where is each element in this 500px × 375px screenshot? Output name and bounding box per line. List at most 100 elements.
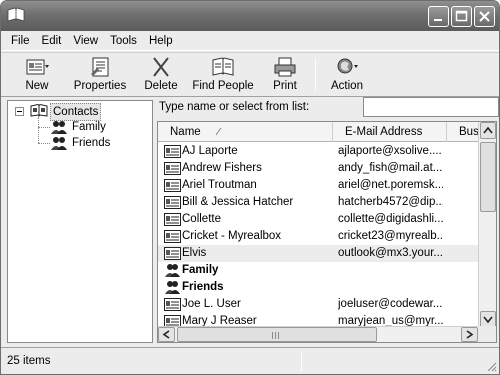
row-name: Cricket - Myrealbox — [182, 230, 282, 242]
properties-icon — [91, 57, 109, 77]
delete-button-label: Delete — [144, 80, 178, 92]
resize-grip-icon[interactable] — [485, 360, 497, 372]
row-email: cricket23@myrealb... — [338, 230, 443, 242]
scrollbar-corner — [478, 326, 496, 342]
title-bar[interactable] — [1, 1, 499, 31]
find-people-button[interactable]: Find People — [189, 56, 257, 96]
group-row[interactable]: Friends — [158, 279, 478, 296]
column-header-name[interactable]: Name — [158, 122, 333, 142]
contact-card-icon — [164, 162, 181, 175]
contact-list[interactable]: Name E-Mail Address Busin AJ Laporte ajla… — [157, 121, 497, 343]
tree-connector — [38, 127, 50, 128]
row-name: AJ Laporte — [182, 145, 238, 157]
action-icon — [337, 58, 358, 74]
printer-icon — [274, 57, 296, 77]
vertical-scrollbar[interactable] — [478, 122, 496, 328]
horizontal-scrollbar[interactable] — [158, 326, 478, 342]
row-name: Elvis — [182, 247, 207, 259]
new-button[interactable]: New — [15, 56, 59, 96]
address-book-window: File Edit View Tools Help New Properties — [0, 0, 500, 375]
contact-row[interactable]: Andrew Fishers andy_fish@mail.at... — [158, 160, 478, 177]
status-divider — [301, 351, 302, 371]
status-bar: 25 items — [1, 347, 499, 374]
arrow-up-icon — [483, 126, 493, 134]
close-icon — [479, 11, 490, 22]
maximize-icon — [455, 10, 468, 22]
contact-card-icon — [164, 179, 181, 192]
contact-row[interactable]: Joe L. User joeluser@codewar... — [158, 296, 478, 313]
find-people-icon — [212, 57, 234, 76]
tree-label-friends: Friends — [72, 137, 111, 149]
contact-row[interactable]: AJ Laporte ajlaporte@xsolive.... — [158, 143, 478, 160]
contact-card-icon — [164, 298, 181, 311]
column-header-email[interactable]: E-Mail Address — [333, 122, 447, 142]
row-name: Friends — [182, 281, 224, 293]
row-email: collette@digidashli... — [338, 213, 443, 225]
contact-row[interactable]: Bill & Jessica Hatcher hatcherb4572@dip..… — [158, 194, 478, 211]
search-input[interactable] — [363, 97, 499, 117]
scroll-right-button[interactable] — [461, 327, 478, 342]
contact-card-icon — [164, 145, 181, 158]
group-row[interactable]: Family — [158, 262, 478, 279]
menu-view[interactable]: View — [67, 31, 104, 51]
row-email: ariel@net.poremsk... — [338, 179, 443, 191]
folder-tree[interactable]: Contacts Family Friends — [7, 100, 153, 343]
menu-edit[interactable]: Edit — [36, 31, 68, 51]
tree-label-family: Family — [72, 121, 106, 133]
list-body: AJ Laporte ajlaporte@xsolive.... Andrew Fi… — [158, 143, 478, 328]
group-people-icon — [165, 281, 180, 294]
arrow-left-icon — [162, 330, 170, 339]
list-header: Name E-Mail Address Busin — [158, 122, 487, 142]
menu-tools[interactable]: Tools — [104, 31, 143, 51]
contact-row[interactable]: Ariel Troutman ariel@net.poremsk... — [158, 177, 478, 194]
group-people-icon — [51, 137, 67, 150]
contact-row[interactable]: Elvis outlook@mx3.your.... — [158, 245, 478, 262]
arrow-down-icon — [483, 316, 493, 324]
scroll-grip — [278, 332, 279, 339]
properties-button-label: Properties — [73, 80, 127, 92]
row-email: joeluser@codewar... — [338, 298, 443, 310]
scroll-grip — [275, 332, 276, 339]
row-name: Andrew Fishers — [182, 162, 262, 174]
contact-card-icon — [164, 196, 181, 209]
maximize-button[interactable] — [451, 6, 472, 27]
contact-row[interactable]: Cricket - Myrealbox cricket23@myrealb... — [158, 228, 478, 245]
column-header-name-label: Name — [170, 126, 201, 138]
close-button[interactable] — [474, 6, 495, 27]
new-contact-icon — [26, 59, 49, 75]
contact-card-icon — [164, 247, 181, 260]
address-book-icon — [30, 104, 48, 117]
column-header-email-label: E-Mail Address — [345, 126, 423, 138]
print-button[interactable]: Print — [265, 56, 305, 96]
vertical-scroll-thumb[interactable] — [480, 142, 496, 212]
contact-row[interactable]: Collette collette@digidashli... — [158, 211, 478, 228]
tree-connector — [38, 143, 50, 144]
group-people-icon — [165, 264, 180, 277]
toolbar-separator — [315, 59, 316, 91]
horizontal-scroll-thumb[interactable] — [177, 327, 377, 342]
delete-icon — [153, 57, 169, 77]
tree-collapse-toggle[interactable] — [15, 107, 24, 116]
menu-help[interactable]: Help — [143, 31, 179, 51]
action-button[interactable]: Action — [325, 56, 369, 96]
group-people-icon — [51, 121, 67, 134]
scroll-left-button[interactable] — [158, 327, 175, 342]
tree-connector — [38, 117, 39, 143]
action-button-label: Action — [331, 80, 363, 92]
row-name: Ariel Troutman — [182, 179, 257, 191]
sort-ascending-icon — [215, 127, 222, 136]
scroll-up-button[interactable] — [480, 122, 496, 139]
menu-file[interactable]: File — [5, 31, 36, 51]
minimize-button[interactable] — [428, 6, 449, 27]
print-button-label: Print — [273, 80, 297, 92]
row-email: ajlaporte@xsolive.... — [338, 145, 442, 157]
row-name: Family — [182, 264, 219, 276]
contact-card-icon — [164, 213, 181, 226]
properties-button[interactable]: Properties — [69, 56, 131, 96]
menu-bar: File Edit View Tools Help — [1, 31, 499, 51]
row-email: andy_fish@mail.at... — [338, 162, 443, 174]
search-label: Type name or select from list: — [159, 101, 310, 113]
toolbar: New Properties Delete Find People Print … — [1, 52, 499, 97]
delete-button[interactable]: Delete — [139, 56, 183, 96]
scroll-grip — [272, 332, 273, 339]
